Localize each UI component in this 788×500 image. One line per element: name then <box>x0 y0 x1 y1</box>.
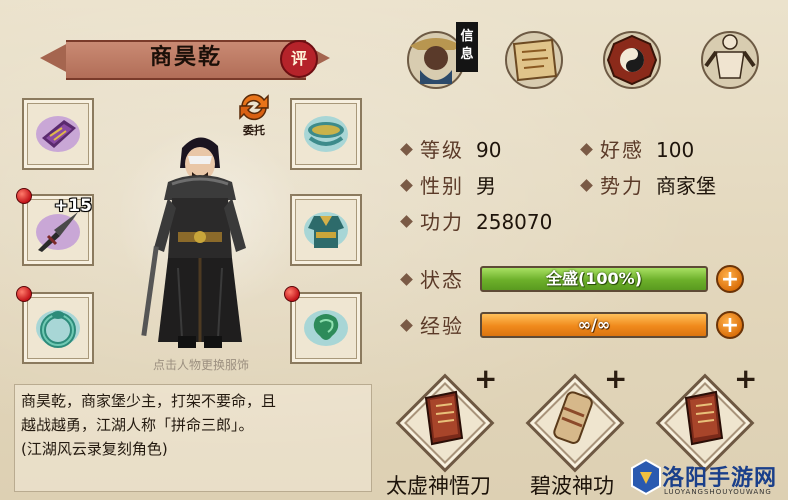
description-line: 越战越勇，江湖人称「拼命三郎」。 <box>21 416 254 434</box>
commission-icon <box>239 93 269 121</box>
watermark-subtext: LUOYANGSHOUYOUWANG <box>664 488 772 496</box>
status-bar: 全盛(100%) <box>480 266 708 292</box>
equip-slot-headwear[interactable] <box>290 98 362 170</box>
status-add-button[interactable]: + <box>716 265 744 293</box>
equip-slot-clothing[interactable] <box>290 194 362 266</box>
skill-slot-1[interactable] <box>394 373 495 480</box>
exp-row: 经验 <box>400 310 476 339</box>
gender-value: 男 <box>476 174 496 198</box>
bullet-icon <box>580 143 593 156</box>
weapon-enhance-level: +15 <box>54 196 92 216</box>
faction-label: 势力 <box>600 174 644 198</box>
character-name: 商昊乾 <box>149 45 222 70</box>
gender-label: 性别 <box>420 174 464 198</box>
info-label-text: 信息 <box>460 29 474 62</box>
tab-manual[interactable] <box>498 20 570 92</box>
description-line: (江湖风云录复刻角色) <box>21 440 168 458</box>
exp-bar: ∞/∞ <box>480 312 708 338</box>
accessory-alert-dot <box>284 286 300 302</box>
skill-book-icon <box>684 390 724 446</box>
skill-name-1: 太虚神悟刀 <box>386 474 491 498</box>
equip-slot-ring[interactable] <box>22 292 94 364</box>
info-tab-label[interactable]: 信息 <box>456 22 478 72</box>
level-value: 90 <box>476 138 502 162</box>
jade-ring-icon <box>34 304 82 352</box>
bullet-icon <box>400 319 413 332</box>
bullet-icon <box>400 179 413 192</box>
tab-bagua[interactable] <box>596 20 668 92</box>
skill-slot-2[interactable] <box>524 373 625 480</box>
description-line: 商昊乾，商家堡少主，打架不要命，且 <box>21 392 277 410</box>
character-panel: 商昊乾 评 +15 委托 点击人物更换服饰 商昊乾，商家堡少主，打架不要命，且 … <box>0 0 788 500</box>
stat-favor: 好感 100 <box>580 134 695 163</box>
favor-label: 好感 <box>600 138 644 162</box>
change-outfit-hint: 点击人物更换服饰 <box>152 358 249 372</box>
watermark-logo-icon <box>631 458 661 496</box>
armguard-icon <box>34 110 82 158</box>
status-label: 状态 <box>420 268 464 292</box>
skill-add-2[interactable]: + <box>604 362 627 395</box>
robe-icon <box>302 206 350 254</box>
headwear-icon <box>302 110 350 158</box>
skill-name-2: 碧波神功 <box>530 474 614 498</box>
power-label: 功力 <box>420 210 464 234</box>
ring-alert-dot <box>16 286 32 302</box>
tab-meridian[interactable] <box>694 20 766 92</box>
favor-value: 100 <box>656 138 695 162</box>
skill-add-3[interactable]: + <box>734 362 757 395</box>
exp-bar-text: ∞/∞ <box>577 315 611 334</box>
stat-gender: 性别男 <box>400 170 496 199</box>
weapon-alert-dot <box>16 188 32 204</box>
body-meridian-icon <box>701 31 759 89</box>
bullet-icon <box>580 179 593 192</box>
character-description: 商昊乾，商家堡少主，打架不要命，且 越战越勇，江湖人称「拼命三郎」。 (江湖风云… <box>14 384 372 492</box>
stat-level: 等级 90 <box>400 134 502 163</box>
bullet-icon <box>400 273 413 286</box>
yin-yang-icon <box>603 31 661 89</box>
level-label: 等级 <box>420 138 464 162</box>
rate-button[interactable]: 评 <box>280 40 318 78</box>
character-figure[interactable] <box>138 128 262 352</box>
exp-add-button[interactable]: + <box>716 311 744 339</box>
stat-faction: 势力 商家堡 <box>580 170 716 199</box>
equip-slot-armguard[interactable] <box>22 98 94 170</box>
warrior-figure-icon <box>141 137 246 348</box>
jade-pendant-icon <box>302 304 350 352</box>
equip-slot-accessory[interactable] <box>290 292 362 364</box>
bullet-icon <box>400 143 413 156</box>
status-row: 状态 <box>400 264 476 293</box>
power-value: 258070 <box>476 210 553 234</box>
status-bar-text: 全盛(100%) <box>545 269 643 288</box>
faction-value: 商家堡 <box>656 174 716 198</box>
site-watermark: 洛阳手游网 LUOYANGSHOUYOUWANG <box>628 454 788 500</box>
skill-add-1[interactable]: + <box>474 362 497 395</box>
stat-power: 功力 258070 <box>400 206 553 235</box>
exp-label: 经验 <box>420 314 464 338</box>
bullet-icon <box>400 215 413 228</box>
scroll-icon <box>553 391 593 444</box>
scroll-map-icon <box>505 31 563 89</box>
skill-book-icon <box>424 390 464 446</box>
